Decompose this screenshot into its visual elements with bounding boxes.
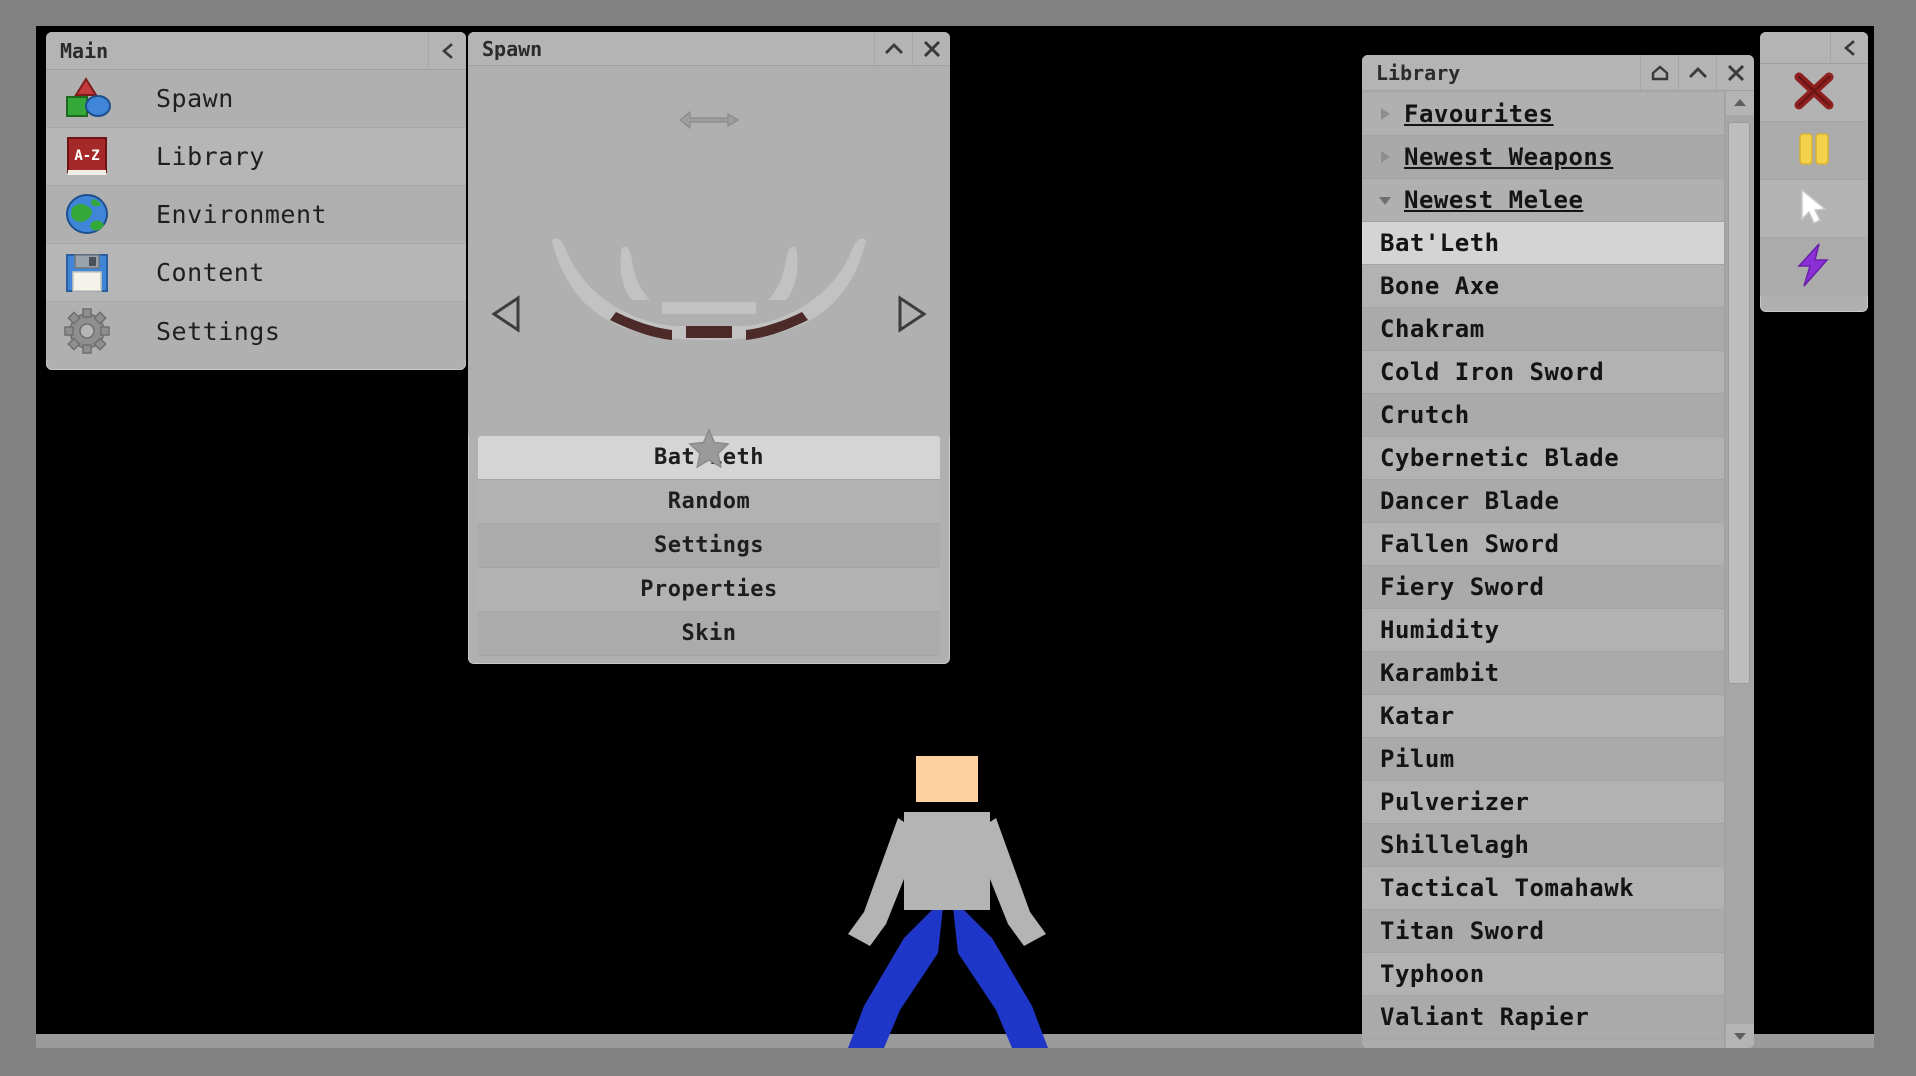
spawn-panel-title: Spawn [482,36,543,61]
tool-panel-titlebar[interactable] [1760,32,1868,64]
triangle-right-icon[interactable] [1372,149,1398,165]
library-item[interactable]: Titan Sword [1362,910,1724,953]
library-item[interactable]: Katar [1362,695,1724,738]
select-tool-button[interactable] [1760,180,1868,238]
close-icon[interactable] [1716,55,1754,90]
library-item[interactable]: Bat'Leth [1362,222,1724,265]
library-group-newest-weapons[interactable]: Newest Weapons [1362,136,1724,179]
scroll-down-arrow-icon[interactable] [1725,1024,1754,1048]
main-item-label: Settings [156,316,281,346]
cursor-icon [1796,187,1832,231]
shock-tool-button[interactable] [1760,238,1868,296]
spawn-button-properties[interactable]: Properties [478,568,940,612]
chevron-left-icon[interactable] [428,32,466,69]
library-panel-title: Library [1376,60,1461,85]
library-body: Favourites Newest Weapons Newest Melee B… [1362,91,1754,1048]
chevron-up-icon[interactable] [874,32,912,65]
main-item-spawn[interactable]: Spawn [46,70,466,128]
library-scrollbar[interactable] [1724,91,1754,1048]
svg-text:A-Z: A-Z [74,148,99,164]
star-icon[interactable] [688,428,730,472]
library-item[interactable]: Pulverizer [1362,781,1724,824]
library-group-favourites[interactable]: Favourites [1362,93,1724,136]
torso [904,812,990,910]
spawn-button-skin[interactable]: Skin [478,612,940,656]
main-item-label: Library [156,142,265,171]
globe-icon [62,192,118,238]
library-item[interactable]: Fiery Sword [1362,566,1724,609]
triangle-left-icon[interactable] [490,294,524,338]
scroll-up-arrow-icon[interactable] [1725,91,1754,115]
library-item[interactable]: Crutch [1362,394,1724,437]
library-item[interactable]: Tactical Tomahawk [1362,867,1724,910]
library-item[interactable]: Humidity [1362,609,1724,652]
library-item[interactable]: Karambit [1362,652,1724,695]
scrollbar-track[interactable] [1725,115,1754,1024]
main-item-label: Content [156,258,265,287]
main-item-library[interactable]: A-Z Library [46,128,466,186]
home-icon[interactable] [1640,55,1678,90]
library-item[interactable]: Cold Iron Sword [1362,351,1724,394]
library-list[interactable]: Favourites Newest Weapons Newest Melee B… [1362,91,1724,1048]
spawn-panel-titlebar[interactable]: Spawn [468,32,950,66]
main-item-content[interactable]: Content [46,244,466,302]
main-panel-titlebar[interactable]: Main [46,32,466,70]
chevron-left-icon[interactable] [1830,32,1868,63]
main-item-settings[interactable]: Settings [46,302,466,360]
main-item-environment[interactable]: Environment [46,186,466,244]
main-item-label: Environment [156,200,328,229]
library-item[interactable]: Dancer Blade [1362,480,1724,523]
delete-x-icon [1790,69,1838,117]
spawn-button-random[interactable]: Random [478,480,940,524]
spawn-preview-area[interactable] [468,66,950,469]
library-panel-titlebar[interactable]: Library [1362,55,1754,91]
gear-icon [62,308,118,354]
pause-tool-button[interactable] [1760,122,1868,180]
library-item[interactable]: Shillelagh [1362,824,1724,867]
shapes-icon [62,76,118,122]
library-group-newest-melee[interactable]: Newest Melee [1362,179,1724,222]
tool-panel [1760,32,1868,312]
library-item[interactable]: Bone Axe [1362,265,1724,308]
main-panel: Main Spawn A-Z Library Environment Conte… [46,32,466,370]
spawn-button-settings[interactable]: Settings [478,524,940,568]
player-character[interactable] [826,748,1066,1048]
pause-icon [1794,130,1834,172]
delete-tool-button[interactable] [1760,64,1868,122]
library-item[interactable]: Cybernetic Blade [1362,437,1724,480]
scrollbar-thumb[interactable] [1729,123,1749,683]
triangle-right-icon[interactable] [1372,106,1398,122]
triangle-right-icon[interactable] [894,294,928,338]
lightning-icon [1795,242,1833,292]
main-panel-title: Main [60,38,109,63]
library-group-label: Newest Melee [1404,186,1584,214]
library-item[interactable]: Fallen Sword [1362,523,1724,566]
book-az-icon: A-Z [62,134,118,180]
main-item-label: Spawn [156,84,234,113]
library-item[interactable]: Valiant Rapier [1362,996,1724,1039]
triangle-down-icon[interactable] [1372,192,1398,208]
floppy-disk-icon [62,250,118,296]
library-item[interactable]: Pilum [1362,738,1724,781]
weapon-preview-batleth [552,238,866,340]
library-item[interactable]: Typhoon [1362,953,1724,996]
library-group-label: Favourites [1404,100,1554,128]
library-panel: Library Favourites Newest Weapons Newest… [1362,55,1754,1048]
library-item[interactable]: Chakram [1362,308,1724,351]
spawn-panel: Spawn Random Settings Properties Skin [468,32,950,664]
double-arrow-icon[interactable] [676,108,742,136]
chevron-up-icon[interactable] [1678,55,1716,90]
close-icon[interactable] [912,32,950,65]
library-group-label: Newest Weapons [1404,143,1614,171]
head [916,756,978,802]
app-root: Main Spawn A-Z Library Environment Conte… [0,0,1916,1076]
